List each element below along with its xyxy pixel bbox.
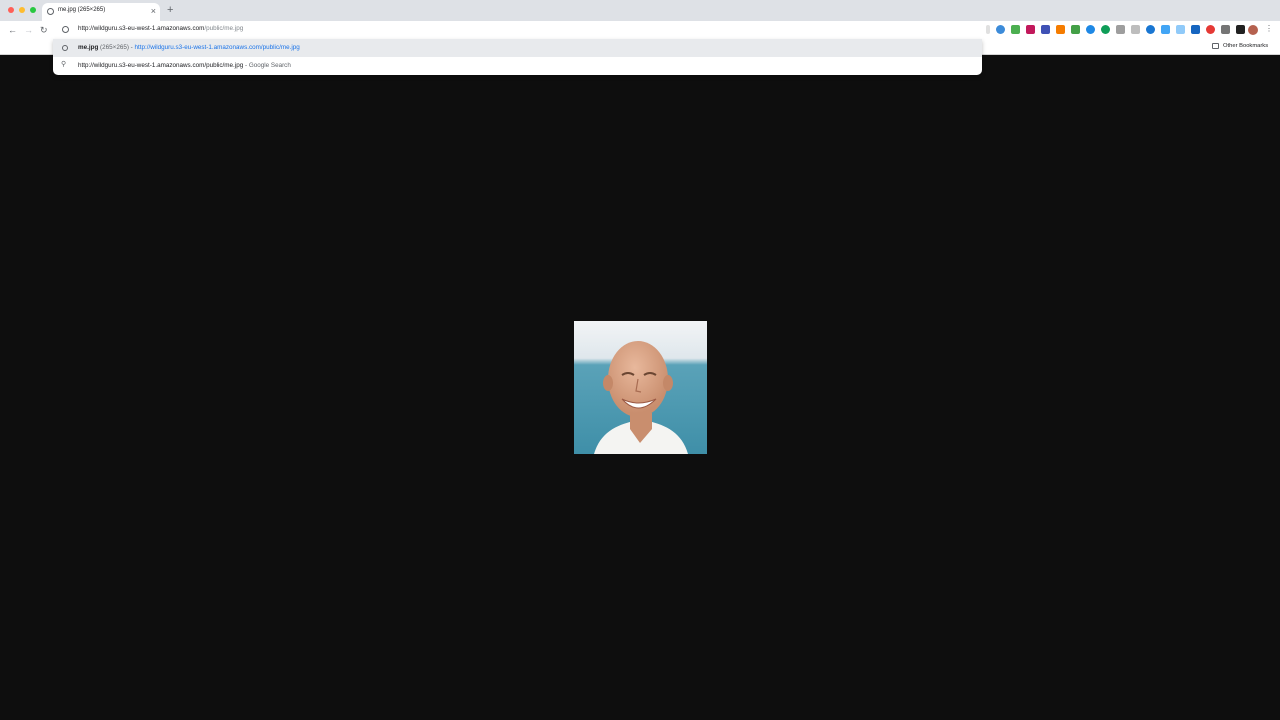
extension-5-icon[interactable] [1056, 25, 1065, 34]
folder-icon [1212, 43, 1219, 49]
close-tab-icon[interactable]: × [151, 5, 156, 17]
extension-1-icon[interactable] [996, 25, 1005, 34]
suggestion-history[interactable]: me.jpg (265×265) - http://wildguru.s3-eu… [53, 39, 982, 57]
extension-14-icon[interactable] [1221, 25, 1230, 34]
extension-divider-icon [986, 25, 990, 34]
tab-title: me.jpg (265×265) [58, 7, 106, 13]
tab-strip: me.jpg (265×265) × + [0, 0, 1280, 21]
maximize-window-button[interactable] [30, 7, 36, 13]
forward-button[interactable]: → [24, 23, 33, 37]
address-host: http://wildguru.s3-eu-west-1.amazonaws.c… [78, 25, 205, 32]
extension-4-icon[interactable] [1041, 25, 1050, 34]
extension-13-icon[interactable] [1206, 25, 1215, 34]
extension-12-icon[interactable] [1176, 25, 1185, 34]
close-window-button[interactable] [8, 7, 14, 13]
suggestion-text: me.jpg (265×265) - http://wildguru.s3-eu… [78, 44, 300, 51]
profile-avatar[interactable] [1248, 25, 1258, 35]
extension-toolbar [986, 25, 1245, 34]
site-info-icon[interactable] [62, 26, 69, 33]
suggestions-dropdown: me.jpg (265×265) - http://wildguru.s3-eu… [53, 39, 982, 75]
suggestion-text: http://wildguru.s3-eu-west-1.amazonaws.c… [78, 62, 291, 69]
suggestion-url: http://wildguru.s3-eu-west-1.amazonaws.c… [134, 44, 300, 51]
checkmark-extension-icon[interactable] [1071, 25, 1080, 34]
address-bar[interactable]: http://wildguru.s3-eu-west-1.amazonaws.c… [53, 21, 982, 39]
address-path: /public/me.jpg [204, 25, 244, 32]
extension-10-icon[interactable] [1146, 25, 1155, 34]
suggestion-search[interactable]: ⚲ http://wildguru.s3-eu-west-1.amazonaws… [53, 57, 982, 75]
menu-icon[interactable]: ⋮ [1265, 23, 1273, 35]
suggestion-title: me.jpg [78, 44, 99, 51]
extension-11-icon[interactable] [1161, 25, 1170, 34]
suggestion-query: http://wildguru.s3-eu-west-1.amazonaws.c… [78, 62, 244, 69]
extension-6-icon[interactable] [1086, 25, 1095, 34]
search-icon: ⚲ [61, 61, 67, 68]
globe-icon [47, 8, 54, 15]
extension-3-icon[interactable] [1026, 25, 1035, 34]
other-bookmarks[interactable]: Other Bookmarks [1223, 43, 1268, 49]
suggestion-dims: (265×265) [100, 44, 129, 51]
portrait-photo [574, 321, 707, 454]
reload-button[interactable]: ↻ [40, 23, 48, 37]
displayed-image [574, 321, 707, 454]
extension-9-icon[interactable] [1131, 25, 1140, 34]
extension-8-icon[interactable] [1116, 25, 1125, 34]
tab-me-jpg[interactable]: me.jpg (265×265) × [42, 3, 160, 21]
extension-7-icon[interactable] [1101, 25, 1110, 34]
extension-15-icon[interactable] [1236, 25, 1245, 34]
globe-icon [62, 45, 68, 51]
minimize-window-button[interactable] [19, 7, 25, 13]
new-tab-button[interactable]: + [167, 4, 173, 16]
back-button[interactable]: ← [8, 23, 17, 37]
grid-extension-icon[interactable] [1191, 25, 1200, 34]
suggestion-engine: Google Search [248, 62, 291, 69]
extension-2-icon[interactable] [1011, 25, 1020, 34]
window-controls [8, 7, 36, 13]
address-text[interactable]: http://wildguru.s3-eu-west-1.amazonaws.c… [78, 25, 243, 32]
